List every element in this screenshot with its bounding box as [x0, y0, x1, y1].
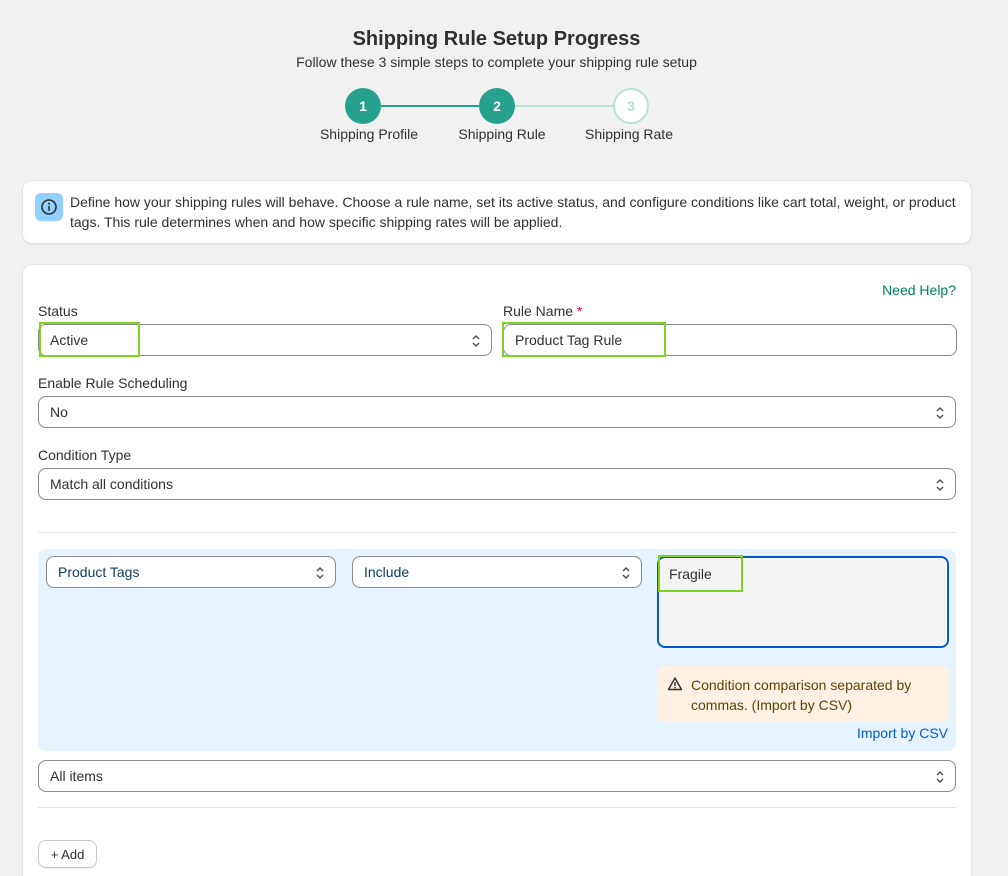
- rule-name-input[interactable]: Product Tag Rule: [503, 324, 957, 356]
- progress-stepper: 1 Shipping Profile 2 Shipping Rule 3 Shi…: [300, 88, 700, 148]
- rule-name-label: Rule Name *: [503, 303, 582, 319]
- select-chevron-icon: [936, 407, 944, 419]
- required-asterisk: *: [576, 303, 583, 319]
- info-icon: [35, 193, 63, 221]
- status-label: Status: [38, 303, 78, 319]
- rule-name-label-text: Rule Name: [503, 303, 574, 319]
- status-select-value: Active: [50, 332, 89, 348]
- rule-form-card: Need Help? Status Active Rule Name * Pro…: [22, 264, 972, 876]
- scheduling-select-value: No: [50, 404, 68, 420]
- page-subtitle: Follow these 3 simple steps to complete …: [296, 54, 697, 70]
- condition-operator-value: Include: [364, 564, 410, 580]
- step-1-circle[interactable]: 1: [345, 88, 381, 124]
- warning-icon: [667, 677, 683, 691]
- condition-tags-value: Fragile: [669, 566, 712, 582]
- applies-to-value: All items: [50, 768, 103, 784]
- condition-row: Product Tags Include Fragile Condition c…: [38, 549, 956, 751]
- section-divider: [38, 807, 956, 808]
- select-chevron-icon: [472, 335, 480, 347]
- select-chevron-icon: [316, 567, 324, 579]
- applies-to-select[interactable]: All items: [38, 760, 956, 792]
- info-banner: Define how your shipping rules will beha…: [22, 180, 972, 244]
- select-chevron-icon: [622, 567, 630, 579]
- condition-tags-textarea[interactable]: Fragile: [657, 556, 949, 648]
- section-divider: [38, 532, 956, 533]
- select-chevron-icon: [936, 479, 944, 491]
- add-condition-button[interactable]: + Add: [38, 840, 97, 868]
- step-1-label: Shipping Profile: [319, 126, 419, 142]
- need-help-link[interactable]: Need Help?: [882, 282, 956, 298]
- condition-field-select[interactable]: Product Tags: [46, 556, 336, 588]
- rule-name-value: Product Tag Rule: [515, 332, 623, 348]
- step-2-circle[interactable]: 2: [479, 88, 515, 124]
- step-2-label: Shipping Rule: [458, 126, 546, 142]
- info-text: Define how your shipping rules will beha…: [70, 194, 956, 230]
- step-3-label: Shipping Rate: [585, 126, 673, 142]
- condition-type-select[interactable]: Match all conditions: [38, 468, 956, 500]
- condition-warning: Condition comparison separated by commas…: [657, 666, 949, 722]
- select-chevron-icon: [936, 771, 944, 783]
- condition-type-select-value: Match all conditions: [50, 476, 173, 492]
- step-3-circle[interactable]: 3: [613, 88, 649, 124]
- step-connector-2: [515, 105, 613, 107]
- condition-operator-select[interactable]: Include: [352, 556, 642, 588]
- warning-text: Condition comparison separated by commas…: [691, 677, 912, 713]
- scheduling-label: Enable Rule Scheduling: [38, 375, 188, 391]
- import-csv-link[interactable]: Import by CSV: [857, 725, 948, 741]
- status-select[interactable]: Active: [38, 324, 492, 356]
- condition-type-label: Condition Type: [38, 447, 132, 463]
- condition-field-value: Product Tags: [58, 564, 140, 580]
- step-connector-1: [381, 105, 479, 107]
- page-title: Shipping Rule Setup Progress: [352, 28, 641, 50]
- scheduling-select[interactable]: No: [38, 396, 956, 428]
